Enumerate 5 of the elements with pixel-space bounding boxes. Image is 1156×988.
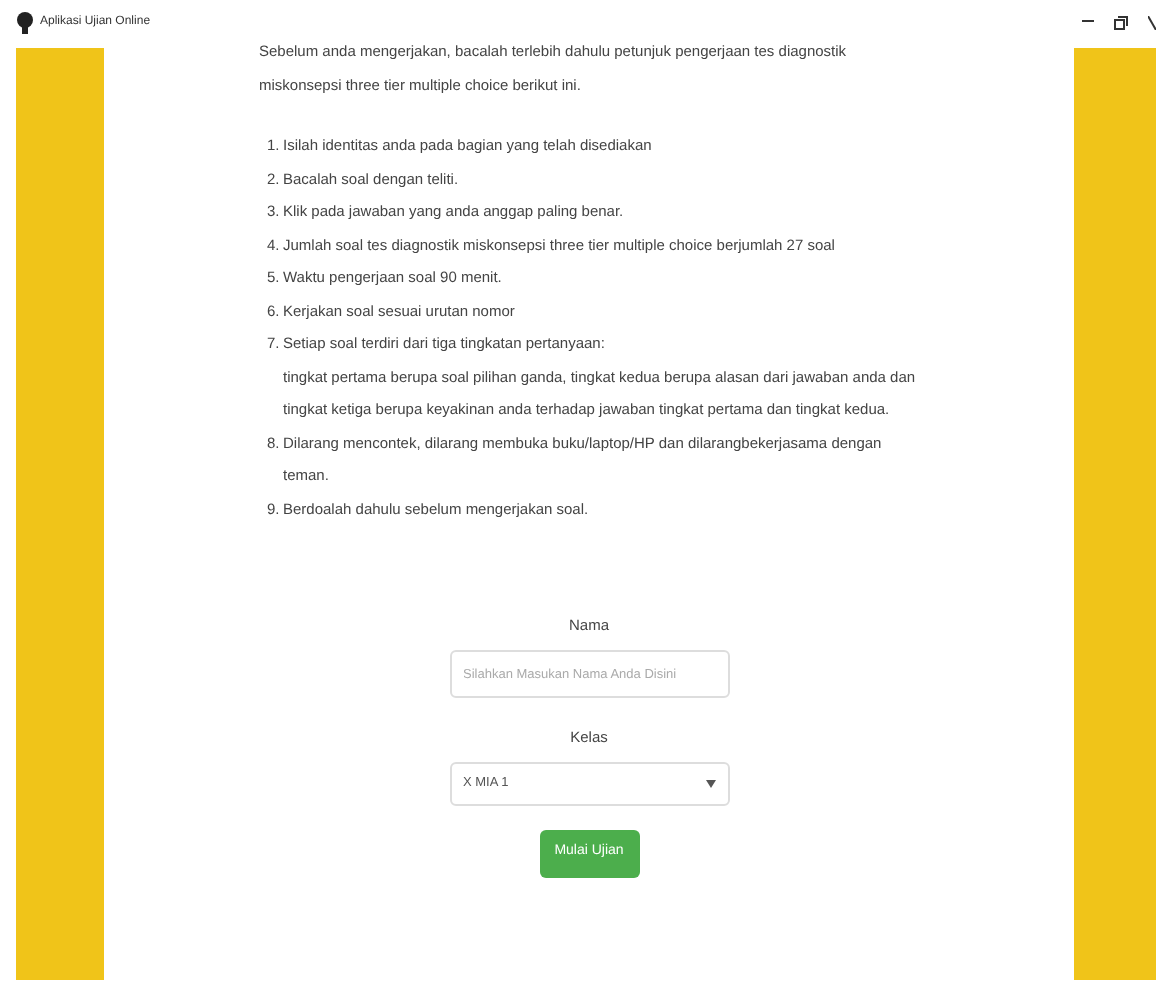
minimize-icon[interactable] [1082, 20, 1094, 24]
restore-icon[interactable] [1114, 15, 1128, 29]
close-icon[interactable] [1148, 15, 1156, 29]
caret-icon [705, 779, 715, 787]
app-icon [16, 11, 34, 33]
